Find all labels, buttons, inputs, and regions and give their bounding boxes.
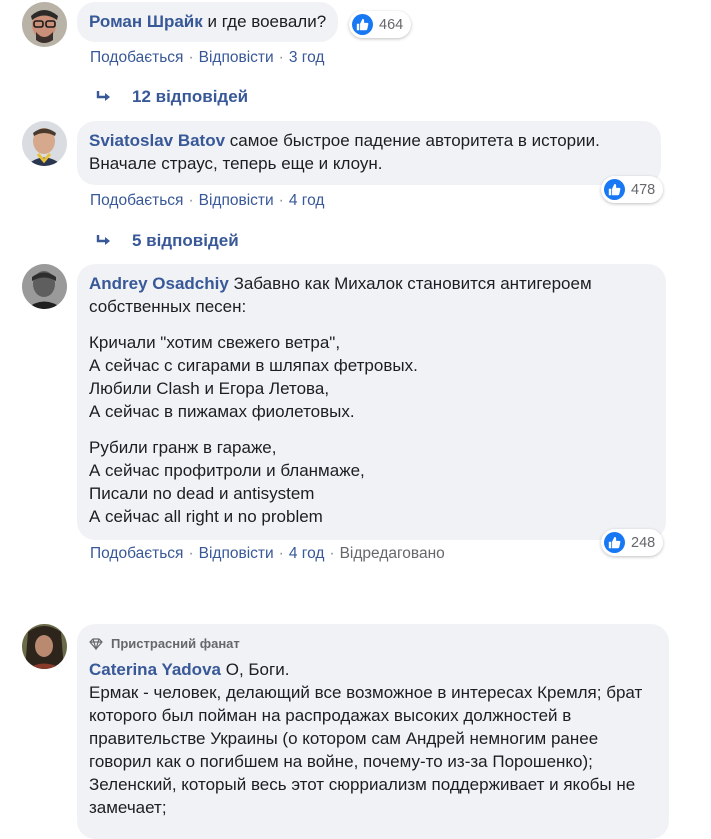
timestamp[interactable]: 3 год (289, 49, 325, 66)
avatar[interactable] (22, 264, 67, 309)
comment-bubble: Пристрасний фанат Caterina Yadova О, Бог… (77, 624, 669, 839)
avatar-photo (22, 2, 67, 47)
avatar[interactable] (22, 2, 67, 47)
diamond-icon (89, 637, 103, 650)
comment-actions: Подобається · Відповісти · 4 год · Відредагова… (90, 545, 445, 562)
comment-text: Кричали "хотим свежего ветра", А сейчас … (89, 333, 418, 421)
reaction-count[interactable]: 478 (601, 176, 664, 203)
comment-author[interactable]: Роман Шрайк (89, 12, 203, 31)
comment-bubble: Sviatoslav Batov самое быстрое падение а… (77, 121, 661, 185)
reply-arrow-icon (96, 91, 110, 101)
like-link[interactable]: Подобається (90, 545, 183, 562)
comment-text: Рубили гранж в гараже, А сейчас профитро… (89, 438, 365, 526)
comment-bubble: Роман Шрайк и где воевали? (77, 2, 339, 42)
reaction-count[interactable]: 248 (601, 529, 664, 556)
avatar[interactable] (22, 121, 67, 166)
comment-author[interactable]: Andrey Osadchiy (89, 274, 229, 293)
comment-actions: Подобається · Відповісти · 3 год (90, 49, 325, 66)
fan-badge[interactable]: Пристрасний фанат (89, 632, 657, 655)
comment-text: О, Боги. Ермак - человек, делающий все в… (89, 660, 643, 817)
like-count: 478 (631, 181, 656, 198)
view-replies-link[interactable]: 12 відповідей (96, 87, 248, 107)
timestamp[interactable]: 4 год (289, 192, 325, 209)
badge-label: Пристрасний фанат (111, 636, 240, 651)
reply-link[interactable]: Відповісти (199, 192, 274, 209)
avatar-photo (22, 624, 67, 669)
avatar-photo (22, 121, 67, 166)
reply-link[interactable]: Відповісти (199, 49, 274, 66)
comment-author[interactable]: Sviatoslav Batov (89, 131, 225, 150)
replies-count: 5 відповідей (132, 231, 239, 250)
avatar-photo (22, 264, 67, 309)
thumbs-up-icon (604, 179, 625, 200)
comment-author[interactable]: Caterina Yadova (89, 660, 221, 679)
like-count: 464 (379, 16, 404, 33)
thumbs-up-icon (604, 532, 625, 553)
thumbs-up-icon (352, 14, 373, 35)
avatar[interactable] (22, 624, 67, 669)
like-link[interactable]: Подобається (90, 49, 183, 66)
reply-link[interactable]: Відповісти (199, 545, 274, 562)
replies-count: 12 відповідей (132, 87, 249, 106)
comment-bubble: Andrey Osadchiy Забавно как Михалок стан… (77, 264, 666, 540)
timestamp[interactable]: 4 год (289, 545, 325, 562)
comment-actions: Подобається · Відповісти · 4 год (90, 192, 325, 209)
edited-label: Відредаговано (339, 545, 445, 562)
like-count: 248 (631, 534, 656, 551)
view-replies-link[interactable]: 5 відповідей (96, 231, 239, 251)
reply-arrow-icon (96, 235, 110, 245)
reaction-count[interactable]: 464 (349, 11, 412, 38)
like-link[interactable]: Подобається (90, 192, 183, 209)
comment-text: и где воевали? (207, 12, 327, 31)
